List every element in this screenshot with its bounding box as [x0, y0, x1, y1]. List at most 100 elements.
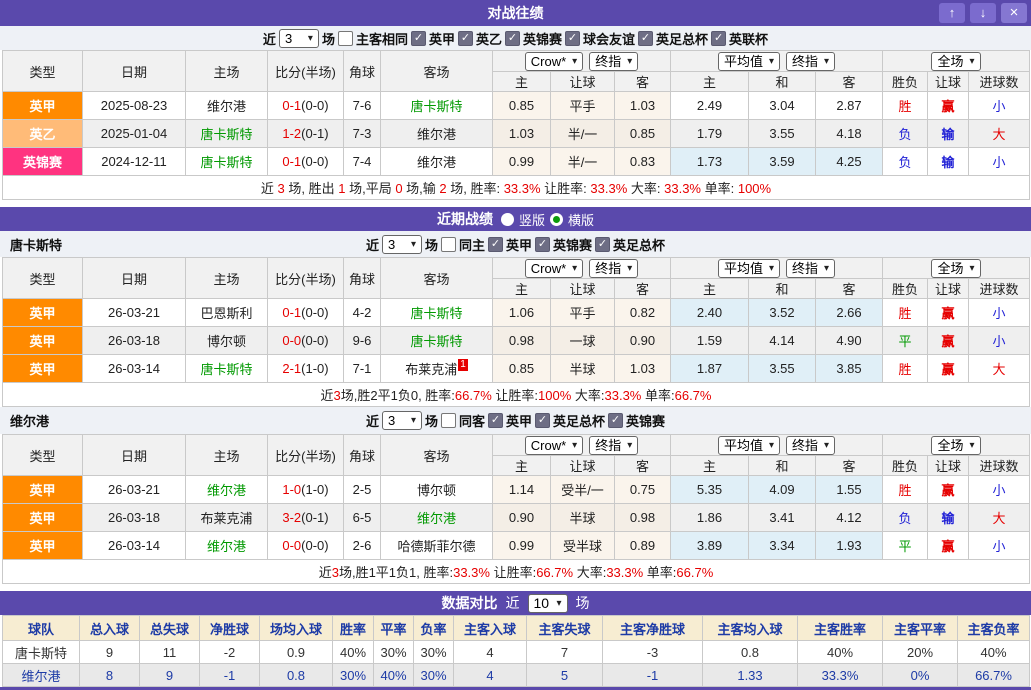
- odds-value: 1.59: [671, 327, 749, 355]
- away-same-checkbox[interactable]: [441, 413, 456, 428]
- home-same-checkbox[interactable]: [441, 237, 456, 252]
- move-down-icon[interactable]: ↓: [970, 3, 996, 23]
- h2h-league-5-checkbox[interactable]: ✓: [711, 31, 726, 46]
- home-table-asian-stage-select[interactable]: 终指▾: [589, 259, 638, 278]
- home-league-0-label: 英甲: [506, 235, 532, 254]
- odds-value: 0.99: [493, 148, 551, 176]
- h2h-table-sub-header: 客: [816, 72, 883, 92]
- h2h-league-4-checkbox[interactable]: ✓: [638, 31, 653, 46]
- chevron-down-icon: ▾: [627, 54, 632, 69]
- home-games-select[interactable]: 3▾: [382, 235, 422, 254]
- h2h-near-label: 近: [263, 29, 276, 48]
- match-score: 3-2(0-1): [268, 504, 344, 532]
- red-card-badge: 1: [458, 359, 468, 371]
- match-type-badge: 英甲: [3, 476, 83, 504]
- corner-count: 7-6: [344, 92, 381, 120]
- odds-value: 0.85: [615, 120, 671, 148]
- away-table-scope-select[interactable]: 全场▾: [931, 436, 980, 455]
- horizontal-layout-radio[interactable]: [550, 213, 563, 226]
- home-table-col-header: 角球: [344, 258, 381, 299]
- horizontal-layout-label[interactable]: 横版: [568, 210, 594, 229]
- away-games-select[interactable]: 3▾: [382, 411, 422, 430]
- h2h-league-3-checkbox[interactable]: ✓: [565, 31, 580, 46]
- h2h-table-asian-stage-select[interactable]: 终指▾: [589, 52, 638, 71]
- chevron-down-icon: ▾: [411, 413, 416, 428]
- odds-value: 受半/一: [551, 476, 615, 504]
- result-flag: 平: [883, 327, 928, 355]
- match-type-badge: 英甲: [3, 92, 83, 120]
- away-table-europe-company-select[interactable]: 平均值▾: [718, 436, 780, 455]
- home-table-sub-header: 客: [615, 279, 671, 299]
- h2h-table-sub-header: 主: [493, 72, 551, 92]
- compare-stat-value: 33.3%: [798, 664, 883, 687]
- h2h-table-sub-header: 胜负: [883, 72, 928, 92]
- odds-value: 平手: [551, 92, 615, 120]
- home-table-europe-company-select[interactable]: 平均值▾: [718, 259, 780, 278]
- match-type-badge: 英乙: [3, 120, 83, 148]
- close-icon[interactable]: ×: [1001, 3, 1027, 23]
- odds-value: 0.75: [615, 476, 671, 504]
- compare-stat-value: 0.9: [260, 641, 333, 664]
- home-table-sub-header: 客: [816, 279, 883, 299]
- h2h-table: 类型日期主场比分(半场)角球客场Crow*▾终指▾平均值▾终指▾全场▾主让球客主…: [2, 50, 1030, 200]
- result-flag: 小: [969, 92, 1030, 120]
- h2h-league-1-checkbox[interactable]: ✓: [458, 31, 473, 46]
- chevron-down-icon: ▾: [824, 54, 829, 69]
- odds-value: 1.03: [493, 120, 551, 148]
- away-table-asian-company-select[interactable]: Crow*▾: [525, 436, 583, 455]
- home-near-label: 近: [366, 235, 379, 254]
- h2h-league-2-checkbox[interactable]: ✓: [505, 31, 520, 46]
- move-up-icon[interactable]: ↑: [939, 3, 965, 23]
- away-league-1-checkbox[interactable]: ✓: [535, 413, 550, 428]
- vertical-layout-radio[interactable]: [501, 213, 514, 226]
- away-league-0-checkbox[interactable]: ✓: [488, 413, 503, 428]
- h2h-table-row: 英乙2025-01-04唐卡斯特1-2(0-1)7-3维尔港1.03半/一0.8…: [3, 120, 1030, 148]
- home-table-europe-stage-select[interactable]: 终指▾: [786, 259, 835, 278]
- h2h-table-scope-select[interactable]: 全场▾: [931, 52, 980, 71]
- compare-stat-value: 9: [140, 664, 200, 687]
- h2h-games-select[interactable]: 3▾: [279, 29, 319, 48]
- home-league-0-checkbox[interactable]: ✓: [488, 237, 503, 252]
- odds-value: 0.90: [493, 504, 551, 532]
- match-type-badge: 英甲: [3, 504, 83, 532]
- chevron-down-icon: ▾: [627, 261, 632, 276]
- compare-stat-value: 30%: [414, 664, 454, 687]
- h2h-same-checkbox[interactable]: [338, 31, 353, 46]
- chevron-down-icon: ▾: [572, 438, 577, 453]
- h2h-table-sub-header: 让球: [928, 72, 969, 92]
- result-flag: 小: [969, 327, 1030, 355]
- corner-count: 7-1: [344, 355, 381, 383]
- home-league-1-checkbox[interactable]: ✓: [535, 237, 550, 252]
- odds-value: 4.09: [749, 476, 816, 504]
- h2h-table-europe-stage-select[interactable]: 终指▾: [786, 52, 835, 71]
- odds-value: 4.90: [816, 327, 883, 355]
- odds-value: 1.93: [816, 532, 883, 560]
- home-table-scope-select[interactable]: 全场▾: [931, 259, 980, 278]
- away-table-europe-stage-select[interactable]: 终指▾: [786, 436, 835, 455]
- home-table-asian-company-select[interactable]: Crow*▾: [525, 259, 583, 278]
- away-team-filter-row: 维尔港近3▾场同客✓英甲✓英足总杯✓英锦赛: [0, 407, 1031, 434]
- h2h-league-0-checkbox[interactable]: ✓: [411, 31, 426, 46]
- away-league-2-checkbox[interactable]: ✓: [608, 413, 623, 428]
- away-near-label: 近: [366, 411, 379, 430]
- odds-value: 4.14: [749, 327, 816, 355]
- away-table-asian-stage-select[interactable]: 终指▾: [589, 436, 638, 455]
- away-table-col-header: 日期: [83, 435, 186, 476]
- h2h-table-europe-company-select[interactable]: 平均值▾: [718, 52, 780, 71]
- compare-stat-value: 9: [80, 641, 140, 664]
- away-team-name: 唐卡斯特: [381, 299, 493, 327]
- home-league-2-checkbox[interactable]: ✓: [595, 237, 610, 252]
- odds-value: 0.85: [493, 92, 551, 120]
- vertical-layout-label[interactable]: 竖版: [519, 210, 545, 229]
- h2h-table-asian-company-select[interactable]: Crow*▾: [525, 52, 583, 71]
- h2h-table-sub-header: 主: [671, 72, 749, 92]
- match-date: 2025-01-04: [83, 120, 186, 148]
- compare-games-select[interactable]: 10▾: [528, 594, 568, 613]
- compare-games-suffix: 场: [576, 593, 590, 613]
- result-flag: 小: [969, 299, 1030, 327]
- compare-table-container: 球队总入球总失球净胜球场均入球胜率平率负率主客入球主客失球主客净胜球主客均入球主…: [0, 615, 1031, 687]
- home-team-name: 巴恩斯利: [186, 299, 268, 327]
- result-flag: 大: [969, 355, 1030, 383]
- home-table-col-header: 类型: [3, 258, 83, 299]
- match-type-badge: 英甲: [3, 532, 83, 560]
